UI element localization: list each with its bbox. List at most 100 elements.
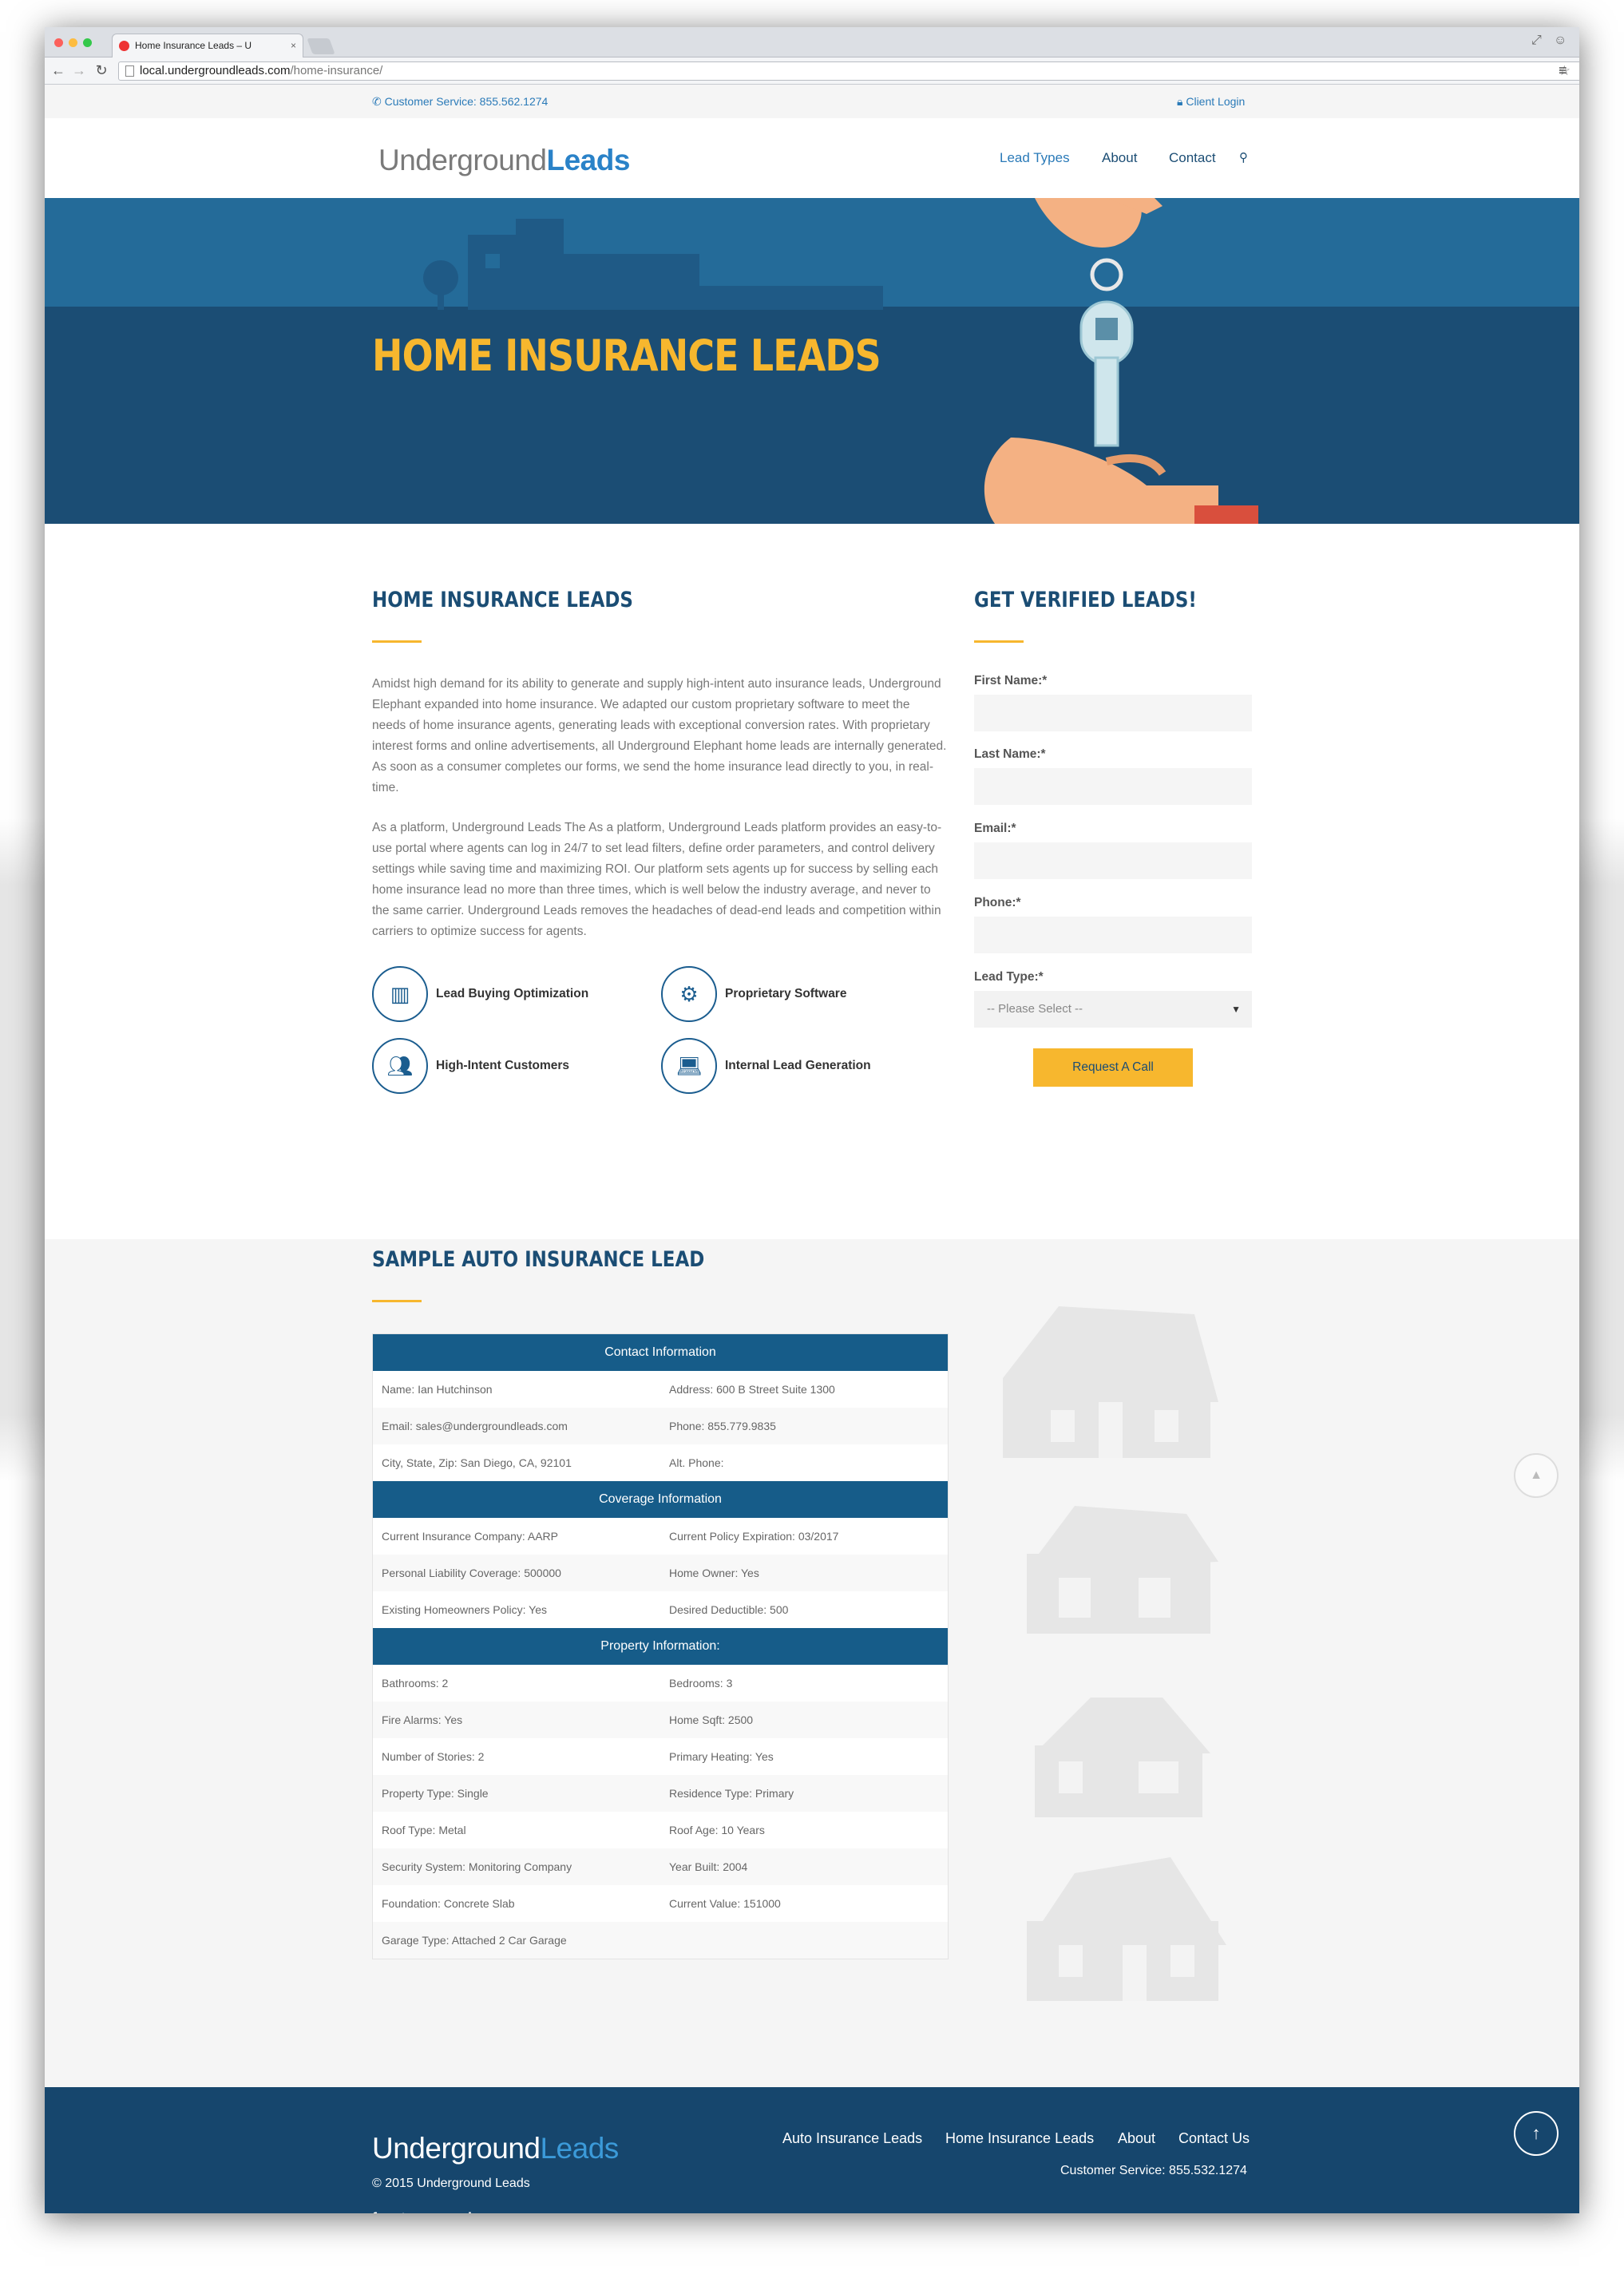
table-cell: Bathrooms: 2 [382,1677,449,1690]
back-icon[interactable]: ← [50,62,67,79]
form-heading-underline [974,640,1024,643]
table-cell: Fire Alarms: Yes [382,1713,463,1726]
facebook-icon[interactable]: f [372,2210,377,2213]
tab-close-icon[interactable]: × [291,34,296,57]
table-row: Garage Type: Attached 2 Car Garage [373,1922,948,1959]
footer-link-contact-us[interactable]: Contact Us [1178,2130,1250,2147]
linkedin-icon[interactable]: in [468,2210,481,2213]
nav-lead-types[interactable]: Lead Types [1000,150,1070,166]
table-cell: Primary Heating: Yes [669,1750,774,1763]
feature-label: Proprietary Software [725,987,847,1000]
first-name-input[interactable] [974,695,1252,731]
users-icon: 👥︎ [372,1038,428,1094]
minimize-window-button[interactable] [69,38,77,47]
close-window-button[interactable] [54,38,63,47]
table-cell: Year Built: 2004 [669,1860,748,1873]
client-login-link[interactable]: 🔒︎ Client Login [1177,95,1245,109]
reload-icon[interactable]: ↻ [93,62,110,79]
main-paragraph-1: Amidst high demand for its ability to ge… [372,677,947,794]
main-paragraph-2: As a platform, Underground Leads The As … [372,821,942,938]
footer-link-about[interactable]: About [1118,2130,1155,2147]
top-customer-service[interactable]: ✆ Customer Service: 855.562.1274 [372,95,548,109]
table-row: Existing Homeowners Policy: Yes Desired D… [373,1591,948,1628]
table-cell: Roof Age: 10 Years [669,1824,765,1836]
browser-tab[interactable]: Home Insurance Leads – U × [112,34,303,57]
table-cell: Existing Homeowners Policy: Yes [382,1603,547,1616]
phone-label: Phone:* [974,896,1021,909]
logo-text-underground: Underground [378,144,547,176]
feature-label: Internal Lead Generation [725,1059,871,1072]
table-cell: Current Value: 151000 [669,1897,781,1910]
footer-logo-underground: Underground [372,2132,541,2165]
table-cell: Personal Liability Coverage: 500000 [382,1567,561,1579]
lead-type-select[interactable]: -- Please Select -- ▼ [974,991,1252,1028]
email-input[interactable] [974,842,1252,879]
lead-type-selected-value: -- Please Select -- [987,1002,1083,1016]
table-row: Personal Liability Coverage: 500000 Home … [373,1555,948,1591]
google-plus-icon[interactable]: g+ [433,2210,450,2213]
houses-illustration-icon [1003,1306,1226,2001]
form-heading: GET VERIFIED LEADS! [974,588,1197,612]
table-cell: Number of Stories: 2 [382,1750,485,1763]
main-heading: HOME INSURANCE LEADS [372,588,633,612]
top-bar: ✆ Customer Service: 855.562.1274 🔒︎ Clie… [45,85,1579,118]
zoom-window-button[interactable] [83,38,92,47]
table-cell: Residence Type: Primary [669,1787,794,1800]
last-name-label: Last Name:* [974,747,1046,761]
footer-logo[interactable]: UndergroundLeads [372,2132,619,2165]
profile-icon[interactable]: ☺ [1554,34,1567,48]
scroll-up-hint-icon[interactable]: ▲ [1514,1453,1559,1498]
feature-high-intent-customers: 👥︎ High-Intent Customers [372,1038,569,1094]
last-name-input[interactable] [974,768,1252,805]
table-row: Number of Stories: 2 Primary Heating: Yes [373,1738,948,1775]
feature-label: High-Intent Customers [436,1059,570,1072]
table-row: Foundation: Concrete Slab Current Value: … [373,1885,948,1922]
footer-link-auto-insurance-leads[interactable]: Auto Insurance Leads [782,2130,922,2147]
table-cell: Bedrooms: 3 [669,1677,733,1690]
search-icon[interactable]: ⚲ [1239,150,1248,164]
nav-about[interactable]: About [1102,150,1137,166]
new-tab-button[interactable] [307,38,335,54]
table-cell: Address: 600 B Street Suite 1300 [669,1383,835,1396]
twitter-icon[interactable]: t [401,2210,406,2213]
back-to-top-icon[interactable]: ↑ [1514,2111,1559,2156]
table-cell: Alt. Phone: [669,1456,724,1469]
request-call-button[interactable]: Request A Call [1033,1048,1193,1087]
table-row: Bathrooms: 2 Bedrooms: 3 [373,1665,948,1702]
table-cell: Current Insurance Company: AARP [382,1530,558,1543]
hero-title: HOME INSURANCE LEADS [372,331,881,381]
table-row: Name: Ian Hutchinson Address: 600 B Stree… [373,1371,948,1408]
table-cell: Home Owner: Yes [669,1567,759,1579]
table-cell: City, State, Zip: San Diego, CA, 92101 [382,1456,572,1469]
address-bar[interactable]: local.undergroundleads.com/home-insuranc… [118,61,1579,81]
table-section-header: Property Information: [373,1628,948,1665]
table-section-header: Coverage Information [373,1481,948,1518]
site-logo[interactable]: UndergroundLeads [378,144,630,177]
nav-contact[interactable]: Contact [1169,150,1216,166]
bar-chart-icon: ▥ [372,966,428,1022]
table-cell: Roof Type: Metal [382,1824,466,1836]
lock-icon: 🔒︎ [1177,95,1186,108]
sample-heading-underline [372,1300,422,1302]
fullscreen-icon[interactable]: ⤢ [1531,34,1542,48]
footer-link-home-insurance-leads[interactable]: Home Insurance Leads [945,2130,1094,2147]
heading-underline [372,640,422,643]
sample-lead-table: Contact Information Name: Ian Hutchinson… [372,1333,949,1959]
footer-customer-service: Customer Service: 855.532.1274 [1060,2164,1247,2177]
forward-icon[interactable]: → [70,62,88,79]
top-customer-service-text: Customer Service: 855.562.1274 [384,95,549,108]
footer-logo-leads: Leads [540,2132,619,2165]
logo-text-leads: Leads [546,144,630,176]
phone-input[interactable] [974,917,1252,953]
table-cell: Home Sqft: 2500 [669,1713,754,1726]
house-silhouette-icon [423,219,883,310]
hero-banner: HOME INSURANCE LEADS [45,198,1579,524]
browser-window: Home Insurance Leads – U × ⤢ ☺ ← → ↻ loc… [45,27,1579,2213]
browser-menu-icon[interactable]: ≡ [1559,62,1567,79]
client-login-text: Client Login [1186,95,1246,108]
table-section-header: Contact Information [373,1334,948,1371]
table-cell: Current Policy Expiration: 03/2017 [669,1530,839,1543]
email-label: Email:* [974,822,1016,835]
lead-type-label: Lead Type:* [974,970,1044,984]
table-cell: Name: Ian Hutchinson [382,1383,493,1396]
